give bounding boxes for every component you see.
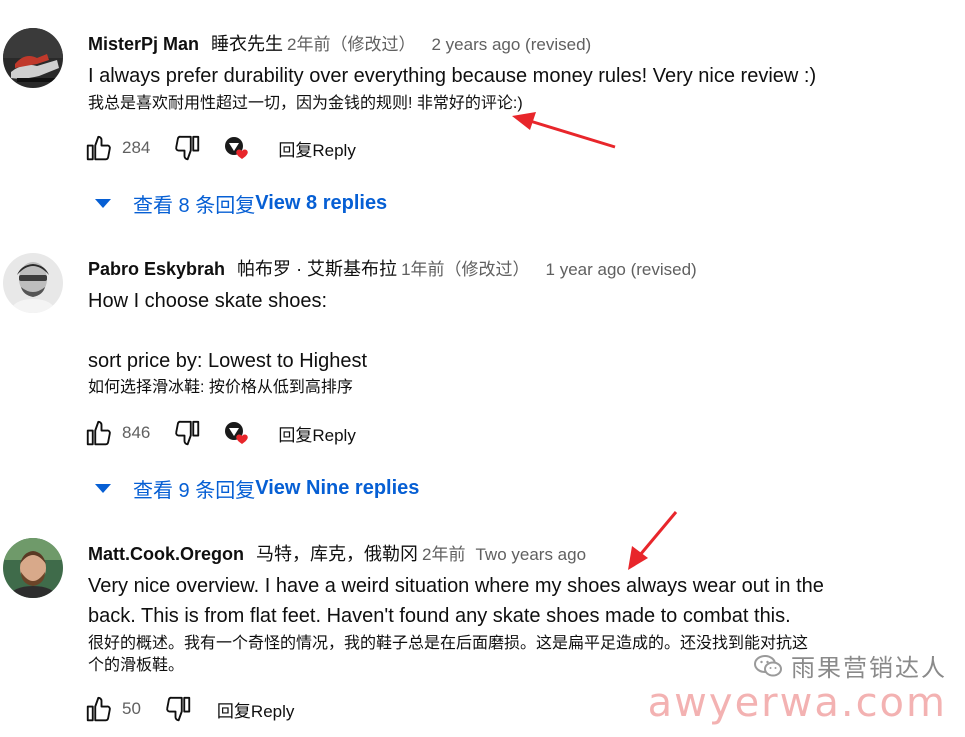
avatar[interactable] — [3, 28, 63, 88]
wechat-icon — [754, 654, 782, 676]
author-name[interactable]: MisterPj Man — [88, 34, 199, 55]
watermark: 雨果营销达人 awyerwa.com — [648, 648, 947, 723]
like-count: 50 — [122, 699, 141, 718]
watermark-cn: 雨果营销达人 — [791, 655, 947, 682]
comment-text: I always prefer durability over everythi… — [88, 65, 817, 87]
author-name-cn: 睡衣先生 — [211, 34, 284, 54]
thumbs-down-icon[interactable] — [172, 418, 202, 448]
timestamp[interactable]: 2 years ago (revised) — [432, 35, 592, 55]
thumbs-down-icon[interactable] — [163, 694, 193, 724]
comment-actions: 846 回复Reply — [84, 416, 356, 450]
view-replies-button[interactable]: 查看 8 条回复 View 8 replies — [95, 189, 387, 218]
author-name[interactable]: Matt.Cook.Oregon — [88, 544, 244, 565]
creator-heart-icon — [222, 418, 252, 448]
author-name-cn: 马特，库克，俄勒冈 — [256, 544, 418, 564]
comment-text: How I choose skate shoes: sort price by:… — [88, 290, 368, 372]
creator-heart-icon — [222, 133, 252, 163]
comment-text-cn: 如何选择滑冰鞋: 按价格从低到高排序 — [88, 379, 353, 396]
thumbs-down-icon[interactable] — [172, 133, 202, 163]
comment-header: Matt.Cook.Oregon 马特，库克，俄勒冈 2年前 Two years… — [88, 540, 586, 566]
comment-header: Pabro Eskybrah 帕布罗 · 艾斯基布拉 1年前（修改过） 1 ye… — [88, 255, 697, 281]
like-count: 284 — [122, 138, 151, 157]
timestamp[interactable]: 1 year ago (revised) — [546, 260, 697, 280]
author-name-cn: 帕布罗 · 艾斯基布拉 — [237, 259, 398, 279]
comment-text-cn: 我总是喜欢耐用性超过一切，因为金钱的规则! 非常好的评论:) — [88, 95, 523, 112]
avatar[interactable] — [3, 538, 63, 598]
chevron-down-icon — [95, 484, 111, 493]
reply-button[interactable]: 回复Reply — [278, 136, 355, 161]
like-count: 846 — [122, 423, 151, 442]
timestamp-cn[interactable]: 2年前 — [422, 540, 465, 565]
reply-button[interactable]: 回复Reply — [217, 697, 294, 722]
timestamp[interactable]: Two years ago — [475, 545, 586, 565]
comment-actions: 50 回复Reply — [84, 692, 294, 726]
avatar[interactable] — [3, 253, 63, 313]
reply-button[interactable]: 回复Reply — [278, 421, 355, 446]
view-replies-button[interactable]: 查看 9 条回复 View Nine replies — [95, 474, 419, 503]
timestamp-cn[interactable]: 1年前（修改过） — [401, 255, 529, 280]
thumbs-up-icon[interactable] — [84, 694, 114, 724]
thumbs-up-icon[interactable] — [84, 418, 114, 448]
thumbs-up-icon[interactable] — [84, 133, 114, 163]
timestamp-cn[interactable]: 2年前（修改过） — [287, 30, 415, 55]
comment-header: MisterPj Man 睡衣先生 2年前（修改过） 2 years ago (… — [88, 30, 591, 56]
watermark-en: awyerwa.com — [647, 680, 947, 726]
comment-actions: 284 回复Reply — [84, 131, 356, 165]
comment-text: Very nice overview. I have a weird situa… — [88, 575, 824, 627]
author-name[interactable]: Pabro Eskybrah — [88, 259, 225, 280]
chevron-down-icon — [95, 199, 111, 208]
